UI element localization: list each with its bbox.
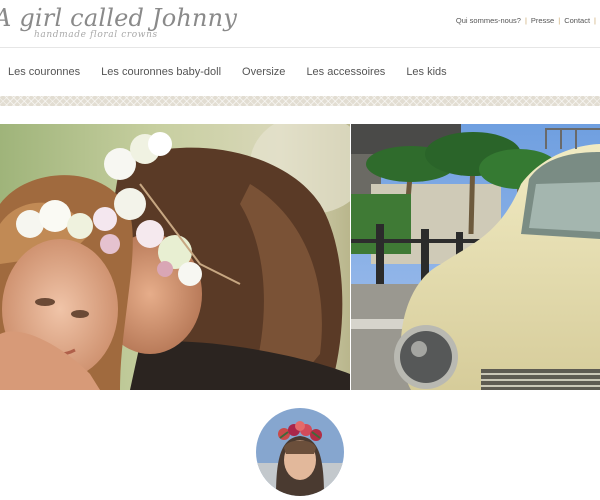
separator: | — [558, 16, 561, 25]
nav-item-kids[interactable]: Les kids — [406, 66, 446, 78]
nav-item-baby-doll[interactable]: Les couronnes baby-doll — [101, 66, 221, 78]
hero-image-right[interactable] — [351, 124, 600, 390]
press-link[interactable]: Presse — [531, 16, 554, 25]
avatar[interactable] — [256, 408, 344, 496]
utility-links: Qui sommes-nous? | Presse | Contact | — [456, 16, 600, 25]
separator: | — [524, 16, 527, 25]
contact-link[interactable]: Contact — [564, 16, 590, 25]
site-logo[interactable]: A girl called Johnny handmade floral cro… — [0, 4, 238, 44]
logo-title: A girl called Johnny — [0, 4, 238, 32]
separator: | — [594, 16, 596, 25]
about-link[interactable]: Qui sommes-nous? — [456, 16, 521, 25]
hero-image-left[interactable] — [0, 124, 350, 390]
nav-item-accessoires[interactable]: Les accessoires — [306, 66, 385, 78]
avatar-image — [256, 408, 344, 496]
nav-item-couronnes[interactable]: Les couronnes — [8, 66, 80, 78]
logo-tagline: handmade floral crowns — [34, 30, 158, 40]
main-nav: Les couronnes Les couronnes baby-doll Ov… — [0, 48, 600, 96]
hero-right-illustration — [351, 124, 600, 390]
decorative-band — [0, 96, 600, 106]
site-header: A girl called Johnny handmade floral cro… — [0, 0, 600, 48]
hero-left-illustration — [0, 124, 350, 390]
nav-item-oversize[interactable]: Oversize — [242, 66, 285, 78]
